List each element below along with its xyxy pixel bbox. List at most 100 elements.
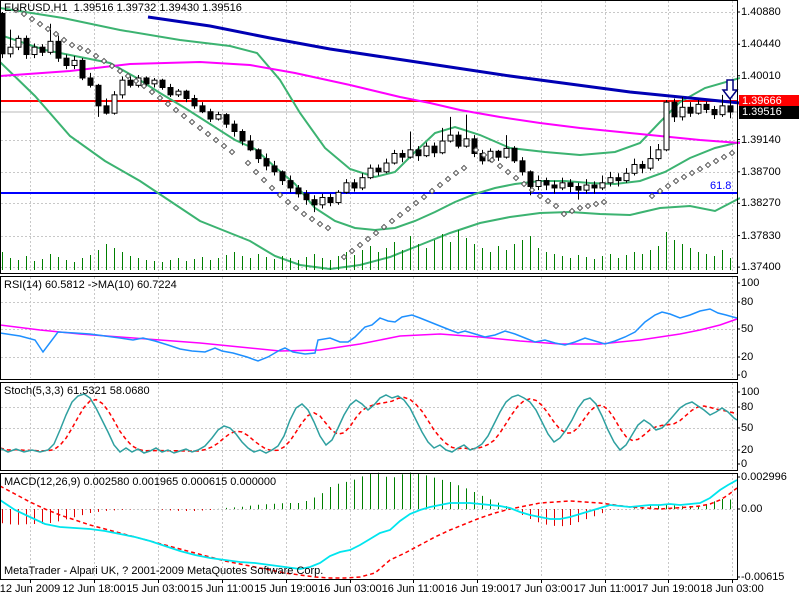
sar-dot bbox=[220, 142, 228, 150]
sar-dot bbox=[196, 124, 204, 132]
candle-body bbox=[591, 184, 598, 189]
sar-dot bbox=[156, 94, 164, 102]
sar-dot bbox=[460, 164, 468, 172]
candle-body bbox=[199, 105, 206, 113]
candle-body bbox=[263, 158, 270, 167]
sar-dot bbox=[52, 30, 60, 38]
candle-body bbox=[455, 134, 462, 147]
rsi-axis-label: 80 bbox=[741, 296, 754, 308]
candle-body bbox=[631, 163, 638, 174]
sar-dot bbox=[212, 136, 220, 144]
candle-body bbox=[55, 40, 62, 59]
candle-body bbox=[623, 172, 630, 182]
candle-body bbox=[671, 101, 678, 118]
candle-body bbox=[215, 114, 222, 120]
candle-body bbox=[103, 105, 110, 114]
candle-body bbox=[687, 106, 694, 114]
rsi-panel-border bbox=[0, 276, 738, 380]
rsi-ma-line bbox=[0, 318, 738, 352]
sar-dot bbox=[672, 177, 680, 185]
sar-dot bbox=[260, 176, 268, 184]
candle-body bbox=[31, 46, 38, 56]
time-axis-label: 18 Jun 03:00 bbox=[700, 583, 764, 595]
candle-body bbox=[439, 140, 446, 154]
sar-dot bbox=[68, 41, 76, 49]
sar-dot bbox=[356, 241, 364, 249]
sar-dot bbox=[340, 253, 348, 261]
rsi-axis-label: 50 bbox=[741, 323, 754, 335]
sar-dot bbox=[504, 168, 512, 176]
sar-dot bbox=[404, 205, 412, 213]
candle-body bbox=[343, 182, 350, 193]
candle-body bbox=[447, 134, 454, 142]
price-axis-label: 1.38700 bbox=[741, 166, 781, 178]
sar-dot bbox=[452, 169, 460, 177]
price-axis-label: 1.37830 bbox=[741, 230, 781, 242]
stoch-label: Stoch(5,3,3) 61.5321 58.0680 bbox=[4, 385, 150, 397]
candle-body bbox=[151, 79, 158, 85]
sar-dot bbox=[496, 162, 504, 170]
sar-dot bbox=[664, 182, 672, 190]
stoch-axis-label: 100 bbox=[741, 386, 760, 398]
candle-body bbox=[71, 59, 78, 67]
candle-body bbox=[87, 77, 94, 86]
chart-canvas[interactable] bbox=[0, 0, 740, 600]
candle-body bbox=[127, 79, 134, 86]
sar-dot bbox=[412, 199, 420, 207]
candle-body bbox=[503, 147, 510, 158]
candle-body bbox=[559, 182, 566, 189]
rsi-axis-label: 0 bbox=[741, 369, 748, 381]
sar-dot bbox=[388, 217, 396, 225]
candle-body bbox=[143, 77, 150, 85]
sar-dot bbox=[420, 193, 428, 201]
candle-body bbox=[727, 105, 734, 113]
price-axis-label: 1.40010 bbox=[741, 70, 781, 82]
chart-title: EURUSD,H1 1.39516 1.39732 1.39430 1.3951… bbox=[4, 2, 242, 14]
candle-body bbox=[431, 145, 438, 154]
sar-dot bbox=[704, 161, 712, 169]
copyright-text: MetaTrader - Alpari UK, ? 2001-2009 Meta… bbox=[4, 565, 324, 577]
rsi-axis-label: 100 bbox=[741, 277, 760, 289]
sar-dot bbox=[648, 192, 656, 200]
sar-dot bbox=[552, 202, 560, 210]
metatrader-chart-window: EURUSD,H1 1.39516 1.39732 1.39430 1.3951… bbox=[0, 0, 800, 600]
macd-axis-label: 0.002996 bbox=[741, 471, 787, 483]
candle-body bbox=[495, 150, 502, 158]
candle-body bbox=[95, 84, 102, 107]
macd-panel-border bbox=[0, 473, 738, 580]
stoch-axis-label: 80 bbox=[741, 401, 754, 413]
sar-dot bbox=[592, 200, 600, 208]
sar-dot bbox=[372, 229, 380, 237]
sar-dot bbox=[308, 215, 316, 223]
sar-dot bbox=[228, 148, 236, 156]
candle-body bbox=[655, 149, 662, 160]
sar-dot bbox=[512, 174, 520, 182]
candle-body bbox=[287, 180, 294, 189]
candle-body bbox=[167, 87, 174, 96]
candle-body bbox=[359, 177, 366, 189]
candle-body bbox=[23, 37, 30, 56]
sar-dot bbox=[204, 130, 212, 138]
candle-body bbox=[375, 167, 382, 173]
sar-dot bbox=[436, 181, 444, 189]
candle-body bbox=[239, 130, 246, 142]
sar-dot bbox=[688, 169, 696, 177]
candle-body bbox=[519, 160, 526, 173]
candle-body bbox=[383, 162, 390, 173]
candle-body bbox=[367, 167, 374, 179]
candle-body bbox=[695, 103, 702, 114]
candle-body bbox=[639, 163, 646, 169]
candle-body bbox=[207, 111, 214, 120]
candle-body bbox=[175, 90, 182, 96]
price-axis-label: 1.37400 bbox=[741, 261, 781, 273]
candle-body bbox=[511, 147, 518, 162]
candle-body bbox=[223, 114, 230, 125]
sar-dot bbox=[84, 47, 92, 55]
candle-body bbox=[647, 158, 654, 169]
sar-dot bbox=[696, 165, 704, 173]
candle-body bbox=[39, 46, 46, 53]
sar-dot bbox=[364, 235, 372, 243]
candle-body bbox=[111, 94, 118, 114]
candle-body bbox=[711, 109, 718, 116]
candle-body bbox=[335, 191, 342, 204]
